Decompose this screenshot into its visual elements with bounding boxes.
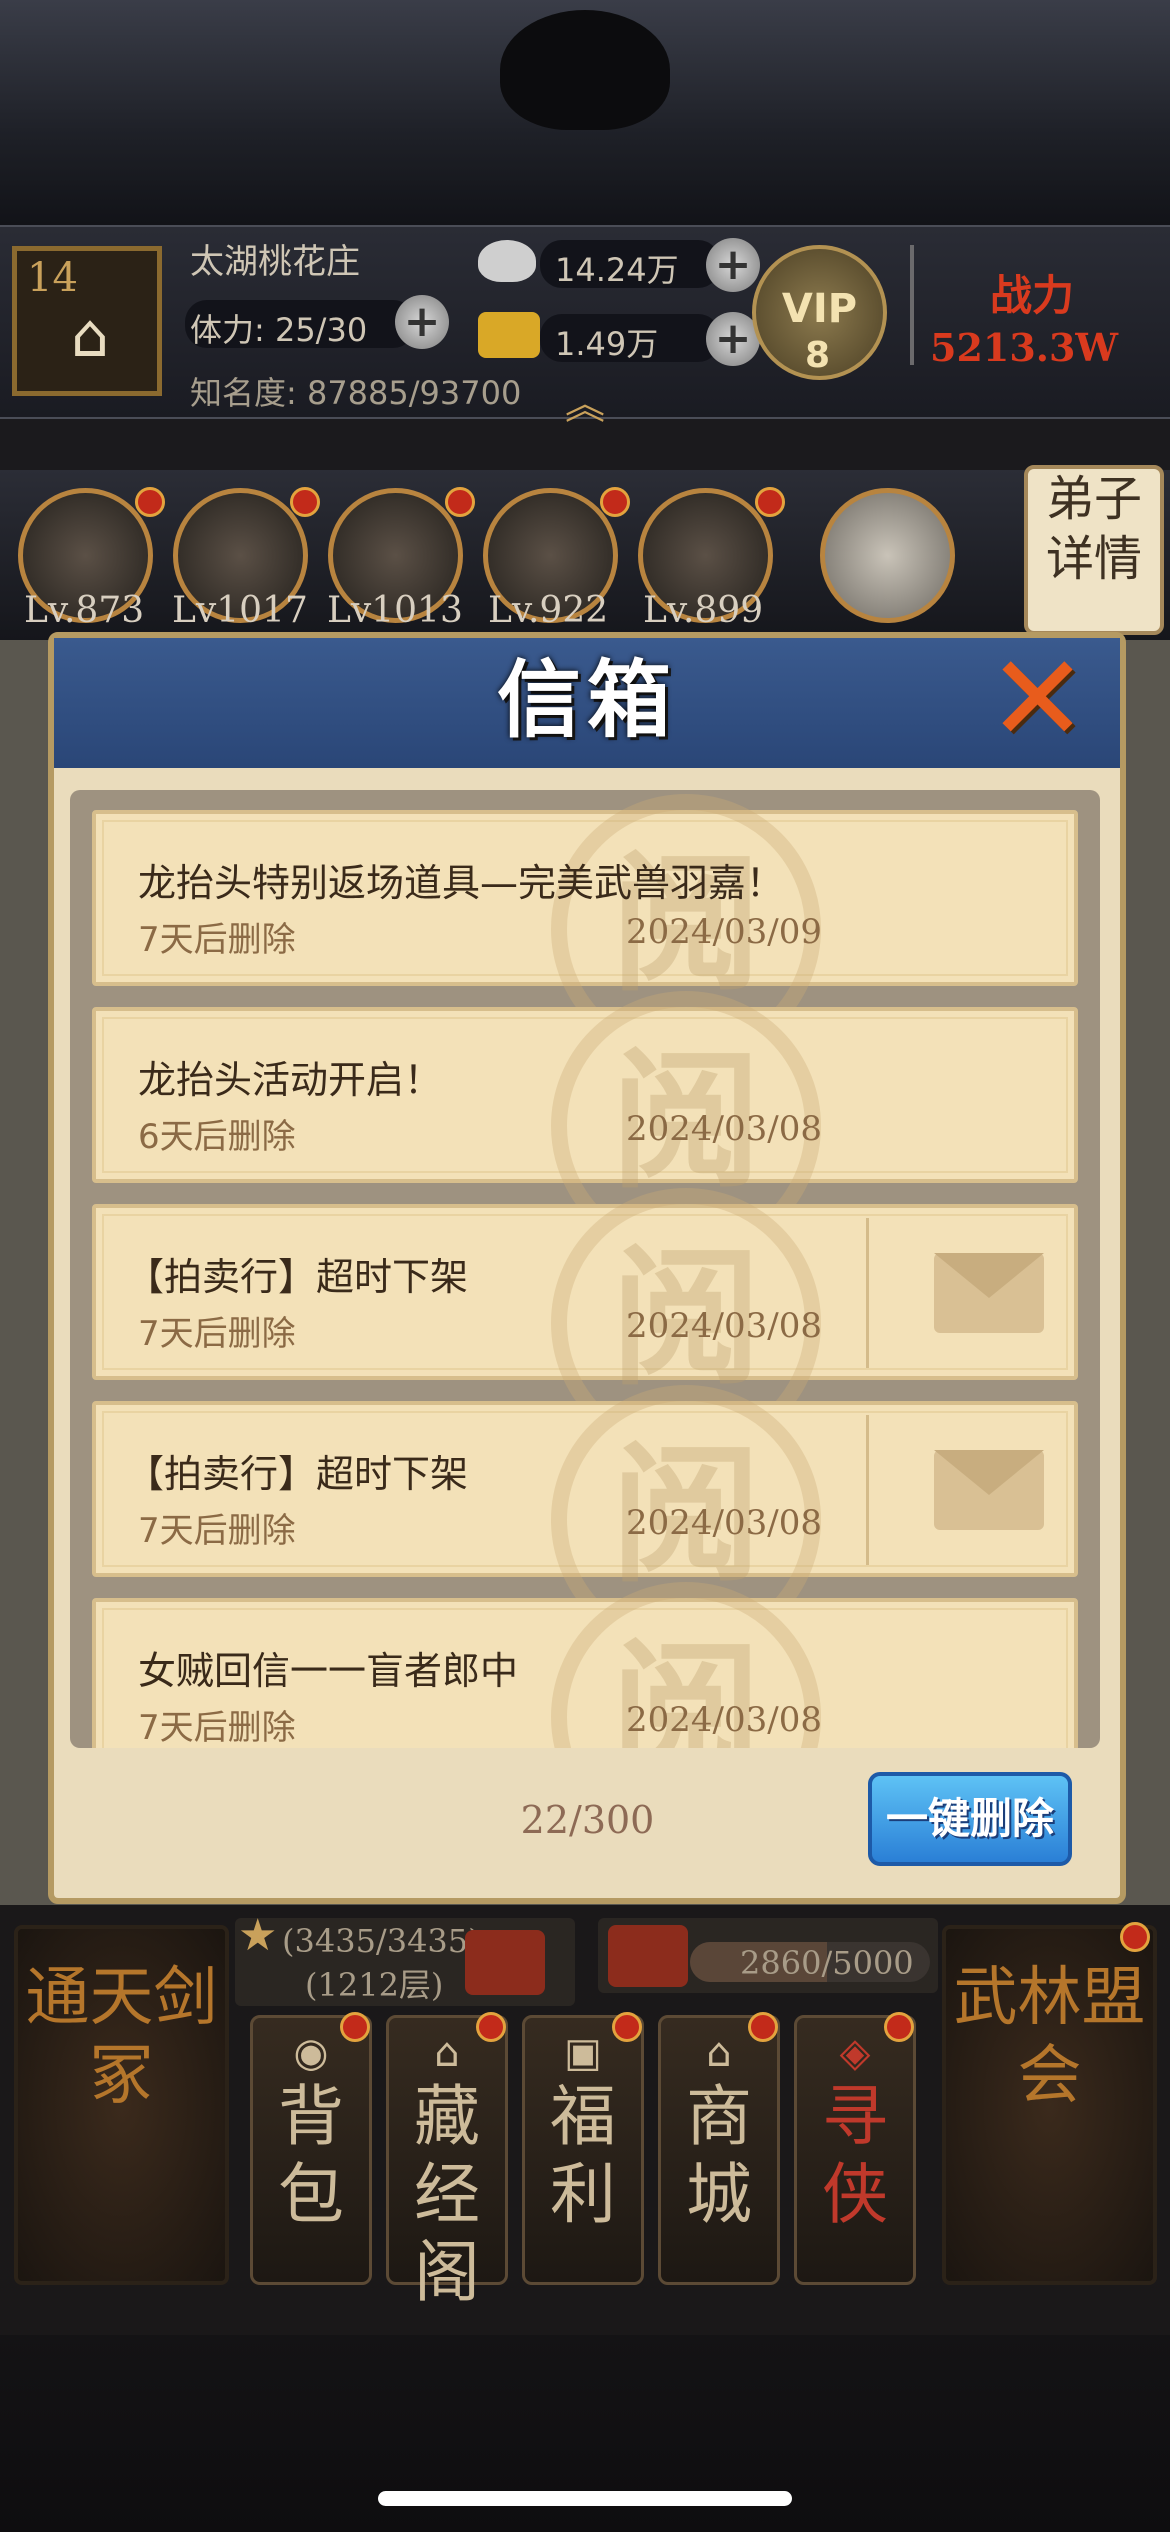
mail-item[interactable]: 阅 【拍卖行】超时下架 7天后删除 2024/03/08	[92, 1188, 1078, 1458]
roof-decoration	[0, 0, 1170, 225]
home-indicator[interactable]	[378, 2491, 792, 2506]
gold-amount: 1.49万	[555, 325, 659, 363]
chest-progress-text: 2860/5000	[740, 1944, 914, 1982]
wulin-menghui-button[interactable]: 武林盟会	[942, 1925, 1157, 2285]
star-icon: ★	[238, 1910, 278, 1961]
envelope-icon	[934, 1253, 1044, 1333]
add-stamina-button[interactable]: +	[395, 295, 449, 349]
disciple-detail-button[interactable]: 弟子详情	[1024, 465, 1164, 635]
backpack-button[interactable]: ◉ 背包	[250, 2015, 372, 2285]
disciple-avatar-6[interactable]	[820, 488, 955, 623]
silver-ingot-icon	[478, 240, 536, 282]
mail-expire: 7天后删除	[138, 1708, 296, 1748]
divider	[910, 245, 914, 365]
location-name: 太湖桃花庄	[190, 242, 360, 282]
pagoda-icon: ⌂	[70, 301, 110, 371]
mail-title: 女贼回信一一盲者郎中	[138, 1649, 519, 1693]
mail-date: 2024/03/09	[626, 912, 822, 952]
vip-label: VIP	[781, 286, 858, 332]
power-value: 5213.3W	[930, 325, 1119, 370]
notification-dot	[884, 2012, 914, 2042]
notification-dot	[1120, 1922, 1150, 1952]
player-level: 14	[27, 255, 78, 301]
disciple-level: Lv1013	[327, 590, 463, 631]
mail-expire: 6天后删除	[138, 1117, 296, 1157]
silver-amount: 14.24万	[555, 251, 679, 289]
menu-label: 背包	[278, 2078, 344, 2233]
mail-expire: 7天后删除	[138, 1314, 296, 1354]
mail-item[interactable]: 阅 龙抬头活动开启！ 6天后删除 2024/03/08	[92, 991, 1078, 1261]
fame-text: 知名度: 87885/93700	[190, 374, 522, 412]
location-badge[interactable]: 14 ⌂	[12, 246, 162, 396]
mail-date: 2024/03/08	[626, 1306, 822, 1346]
vip-level: 8	[805, 335, 831, 376]
disciple-level: Lv.873	[24, 590, 145, 631]
tower-floor: (1212层)	[305, 1966, 444, 2004]
gold-bar-icon	[478, 312, 540, 358]
notification-dot	[600, 487, 630, 517]
delete-all-button[interactable]: 一键删除	[868, 1772, 1072, 1866]
mail-expire: 7天后删除	[138, 1511, 296, 1551]
dialog-title: 信箱	[496, 651, 677, 749]
disciple-level: Lv.899	[643, 590, 764, 631]
tongtian-jianzhong-button[interactable]: 通天剑冢	[14, 1925, 229, 2285]
mail-date: 2024/03/08	[626, 1700, 822, 1740]
mail-title: 龙抬头特别返场道具—完美武兽羽嘉！	[138, 861, 785, 905]
notification-dot	[445, 487, 475, 517]
disciple-level: Lv1017	[172, 590, 308, 631]
mail-item[interactable]: 阅 龙抬头特别返场道具—完美武兽羽嘉！ 7天后删除 2024/03/09	[92, 794, 1078, 1064]
divider	[866, 1415, 869, 1565]
menu-label: 福利	[550, 2078, 616, 2233]
recruit-button[interactable]: ◈ 寻侠	[794, 2015, 916, 2285]
disciple-level: Lv.922	[488, 590, 609, 631]
mail-expire: 7天后删除	[138, 920, 296, 960]
mail-title: 【拍卖行】超时下架	[126, 1452, 469, 1496]
notification-dot	[612, 2012, 642, 2042]
menu-label: 寻侠	[822, 2078, 888, 2233]
mail-date: 2024/03/08	[626, 1109, 822, 1149]
shop-button[interactable]: ⌂ 商城	[658, 2015, 780, 2285]
stamina-text: 体力: 25/30	[190, 311, 368, 349]
add-silver-button[interactable]: +	[706, 238, 760, 292]
notification-dot	[476, 2012, 506, 2042]
mail-title: 龙抬头活动开启！	[138, 1058, 443, 1102]
cloud-ornament-icon	[500, 10, 670, 130]
divider	[866, 1218, 869, 1368]
mail-title: 【拍卖行】超时下架	[126, 1255, 469, 1299]
tower-progress: (3435/3435)	[282, 1922, 481, 1960]
gift-box-icon[interactable]	[465, 1930, 545, 1995]
mail-item[interactable]: 阅 【拍卖行】超时下架 7天后删除 2024/03/08	[92, 1385, 1078, 1655]
mail-item[interactable]: 阅 女贼回信一一盲者郎中 7天后删除 2024/03/08	[92, 1582, 1078, 1748]
mail-list[interactable]: 阅 龙抬头特别返场道具—完美武兽羽嘉！ 7天后删除 2024/03/09 阅 龙…	[70, 790, 1100, 1748]
menu-label: 藏经阁	[414, 2078, 480, 2311]
notification-dot	[755, 487, 785, 517]
notification-dot	[340, 2012, 370, 2042]
welfare-button[interactable]: ▣ 福利	[522, 2015, 644, 2285]
expand-chevron-icon[interactable]: ︽	[565, 372, 605, 430]
mail-date: 2024/03/08	[626, 1503, 822, 1543]
chest-icon[interactable]	[608, 1925, 688, 1987]
notification-dot	[135, 487, 165, 517]
close-button[interactable]: ✕	[980, 640, 1095, 760]
notification-dot	[290, 487, 320, 517]
mail-count: 22/300	[520, 1798, 655, 1842]
notification-dot	[748, 2012, 778, 2042]
power-label: 战力	[990, 271, 1075, 320]
envelope-icon	[934, 1450, 1044, 1530]
menu-label: 商城	[686, 2078, 752, 2233]
library-button[interactable]: ⌂ 藏经阁	[386, 2015, 508, 2311]
